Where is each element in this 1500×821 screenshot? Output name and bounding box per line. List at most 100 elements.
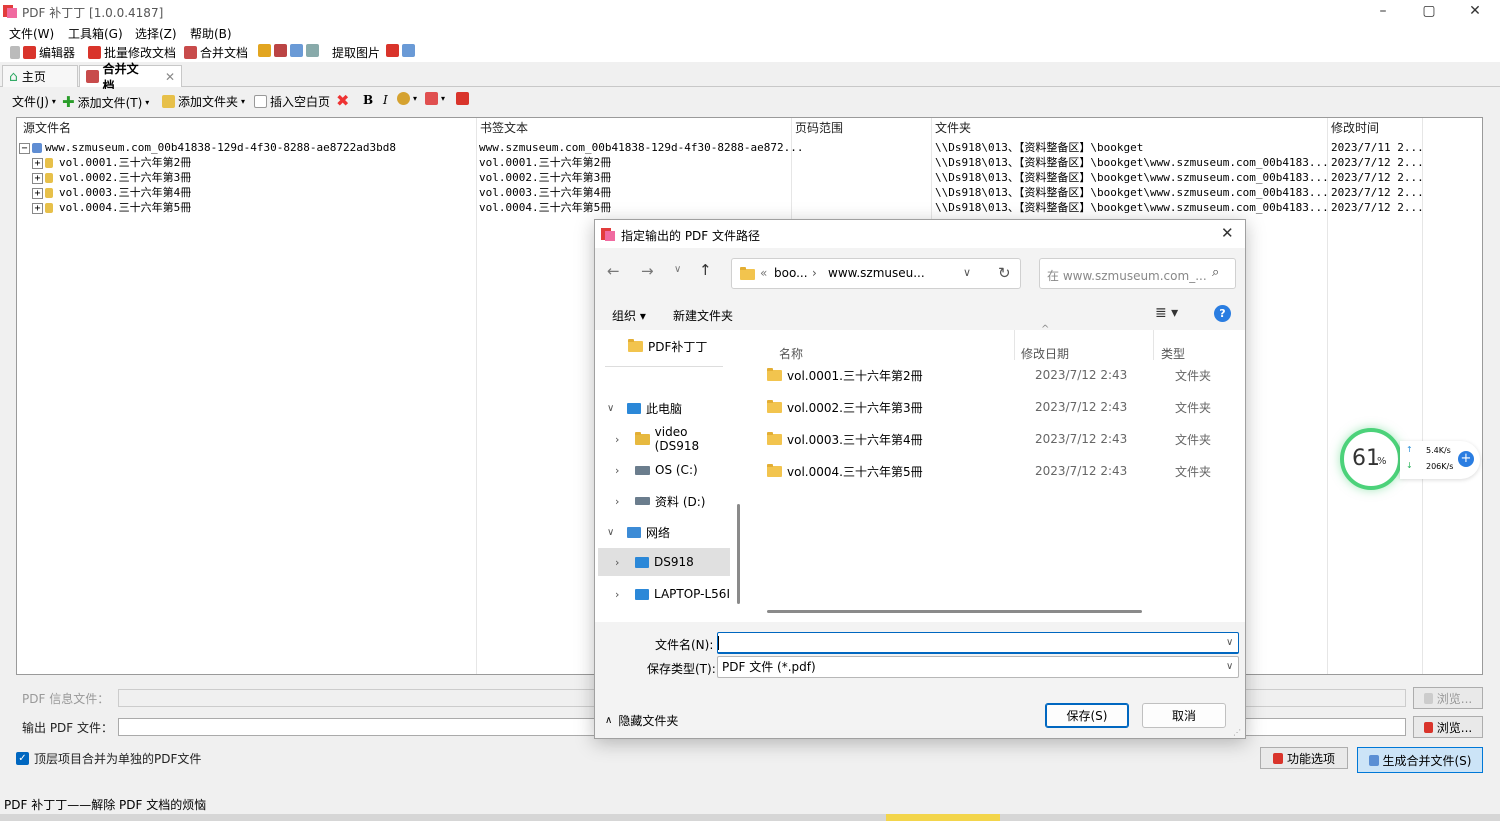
column-header-bookmark[interactable]: 书签文本	[480, 118, 528, 138]
extra-tools-2[interactable]	[386, 44, 415, 57]
column-header-folder[interactable]: 文件夹	[935, 118, 971, 138]
delete-icon: ✖	[336, 91, 350, 110]
nav-scrollbar[interactable]	[737, 504, 740, 604]
bold-button[interactable]: B	[363, 93, 373, 107]
organize-button[interactable]: 组织 ▾	[612, 307, 646, 324]
search-box[interactable]: 在 www.szmuseum.com_... ⌕	[1039, 258, 1236, 289]
horizontal-scrollbar[interactable]	[767, 610, 1142, 613]
recent-chevron-icon[interactable]: ∨	[674, 264, 681, 275]
file-icon	[1423, 692, 1433, 704]
extra-tools[interactable]	[258, 44, 319, 57]
back-arrow-icon[interactable]: ←	[607, 262, 620, 280]
expand-toggle[interactable]: +	[32, 157, 43, 169]
tab-merge[interactable]: 合并文档 ✕	[79, 62, 182, 93]
color-button[interactable]: ▾	[397, 92, 417, 105]
table-row[interactable]: + vol.0004.三十六年第5冊 vol.0004.三十六年第5冊 \\Ds…	[17, 200, 1482, 215]
breadcrumb-overflow[interactable]: «	[760, 266, 767, 280]
nav-item-ds918[interactable]: › DS918	[598, 548, 730, 576]
address-dropdown-icon[interactable]: ∨	[963, 266, 971, 279]
bookmark-text: vol.0002.三十六年第3冊	[479, 171, 612, 184]
merge-button[interactable]: 合并文档	[184, 44, 248, 61]
collapse-toggle[interactable]: −	[19, 142, 30, 154]
insert-blank-page-button[interactable]: 插入空白页	[254, 93, 330, 110]
close-button[interactable]: ✕	[1460, 3, 1490, 19]
nav-item-video[interactable]: › video (DS918	[595, 425, 735, 453]
pdf-settings-button[interactable]	[456, 92, 469, 105]
save-button[interactable]: 保存(S)	[1045, 703, 1129, 728]
editor-button[interactable]: 编辑器	[10, 44, 75, 61]
pdf-icon	[23, 46, 36, 59]
nav-item-pdf[interactable]: PDF补丁丁	[595, 332, 735, 360]
list-item[interactable]: vol.0002.三十六年第3冊 2023/7/12 2:43 文件夹	[767, 393, 1237, 421]
browse-output-button[interactable]: 浏览...	[1413, 716, 1483, 738]
plus-icon[interactable]: +	[1458, 451, 1474, 467]
menu-help[interactable]: 帮助(B)	[190, 25, 232, 42]
breadcrumb-item[interactable]: boo...	[774, 266, 808, 280]
list-item[interactable]: vol.0003.三十六年第4冊 2023/7/12 2:43 文件夹	[767, 425, 1237, 453]
nav-item-laptop[interactable]: › LAPTOP-L56I	[595, 580, 733, 608]
expand-toggle[interactable]: +	[32, 202, 43, 214]
folder-icon	[32, 143, 42, 153]
table-row[interactable]: + vol.0003.三十六年第4冊 vol.0003.三十六年第4冊 \\Ds…	[17, 185, 1482, 200]
maximize-button[interactable]: ▢	[1414, 3, 1444, 19]
nav-item-network[interactable]: ∨ 网络	[595, 518, 735, 546]
address-bar[interactable]: « boo... › www.szmuseu... ∨ ↻	[731, 258, 1021, 289]
resize-grip-icon[interactable]: ⋰	[1233, 728, 1241, 737]
column-header-source[interactable]: 源文件名	[23, 118, 71, 138]
extract-images-button[interactable]: 提取图片	[332, 44, 380, 61]
generate-merge-button[interactable]: 生成合并文件(S)	[1357, 747, 1483, 773]
browse-info-button[interactable]: 浏览...	[1413, 687, 1483, 709]
merge-top-level-checkbox[interactable]: ✓ 顶层项目合并为单独的PDF文件	[16, 750, 201, 767]
help-icon[interactable]: ?	[1214, 305, 1231, 322]
refresh-icon[interactable]: ↻	[998, 264, 1011, 282]
filename-input[interactable]: ∨	[717, 632, 1239, 654]
delete-button[interactable]: ✖	[336, 91, 349, 110]
computer-icon	[635, 556, 649, 568]
dialog-title-bar: 指定输出的 PDF 文件路径 ✕	[595, 220, 1245, 248]
add-file-button[interactable]: ✚ 添加文件(T) ▾	[62, 93, 149, 111]
menu-toolbox[interactable]: 工具箱(G)	[68, 25, 123, 42]
nav-item-os-c[interactable]: › OS (C:)	[595, 456, 735, 484]
tab-close-icon[interactable]: ✕	[165, 70, 175, 84]
table-row[interactable]: + vol.0001.三十六年第2冊 vol.0001.三十六年第2冊 \\Ds…	[17, 155, 1482, 170]
table-row[interactable]: − www.szmuseum.com_00b41838-129d-4f30-82…	[17, 140, 1482, 155]
column-header-modified[interactable]: 修改时间	[1331, 118, 1379, 138]
add-folder-button[interactable]: 添加文件夹 ▾	[162, 93, 245, 110]
view-options-icon[interactable]: ≣ ▾	[1155, 305, 1178, 321]
expand-toggle[interactable]: +	[32, 172, 43, 184]
column-header-range[interactable]: 页码范围	[795, 118, 843, 138]
new-folder-button[interactable]: 新建文件夹	[673, 307, 733, 324]
filetype-select[interactable]: PDF 文件 (*.pdf) ∨	[717, 656, 1239, 678]
breadcrumb-item[interactable]: www.szmuseu...	[828, 266, 925, 280]
expand-toggle[interactable]: +	[32, 187, 43, 199]
expanded-chevron-icon: ∨	[607, 402, 615, 414]
grip-icon	[10, 46, 20, 59]
cancel-button[interactable]: 取消	[1142, 703, 1226, 728]
options-button[interactable]: 功能选项	[1260, 747, 1348, 769]
table-row[interactable]: + vol.0002.三十六年第3冊 vol.0002.三十六年第3冊 \\Ds…	[17, 170, 1482, 185]
column-header-type[interactable]: 类型	[1161, 345, 1185, 362]
forward-arrow-icon[interactable]: →	[641, 262, 654, 280]
column-header-date[interactable]: 修改日期	[1021, 345, 1069, 362]
tab-home[interactable]: ⌂ 主页	[2, 65, 78, 87]
insert-blank-label: 插入空白页	[270, 95, 331, 109]
folder-icon	[162, 95, 175, 108]
batch-edit-button[interactable]: 批量修改文档	[88, 44, 176, 61]
network-speed-widget[interactable]: 61 % ↑ 5.4K/s ↓ 206K/s +	[1340, 428, 1480, 490]
up-arrow-icon[interactable]: ↑	[699, 261, 712, 279]
file-dropdown[interactable]: 文件(J) ▾	[12, 93, 56, 110]
tools-button[interactable]: ▾	[425, 92, 445, 105]
menu-select[interactable]: 选择(Z)	[135, 25, 177, 42]
list-item[interactable]: vol.0004.三十六年第5冊 2023/7/12 2:43 文件夹	[767, 457, 1237, 485]
dialog-close-icon[interactable]: ✕	[1221, 224, 1234, 242]
list-item[interactable]: vol.0001.三十六年第2冊 2023/7/12 2:43 文件夹	[767, 361, 1237, 389]
column-header-name[interactable]: 名称	[779, 345, 803, 362]
menu-file[interactable]: 文件(W)	[9, 25, 54, 42]
nav-item-this-pc[interactable]: ∨ 此电脑	[595, 394, 735, 422]
italic-button[interactable]: I	[383, 93, 388, 107]
nav-item-data-d[interactable]: › 资料 (D:)	[595, 487, 735, 515]
minimize-button[interactable]: –	[1368, 3, 1398, 19]
file-icon	[45, 203, 53, 213]
dropdown-chevron-icon[interactable]: ∨	[1226, 633, 1233, 653]
hide-folders-toggle[interactable]: ∧ 隐藏文件夹	[605, 712, 678, 729]
